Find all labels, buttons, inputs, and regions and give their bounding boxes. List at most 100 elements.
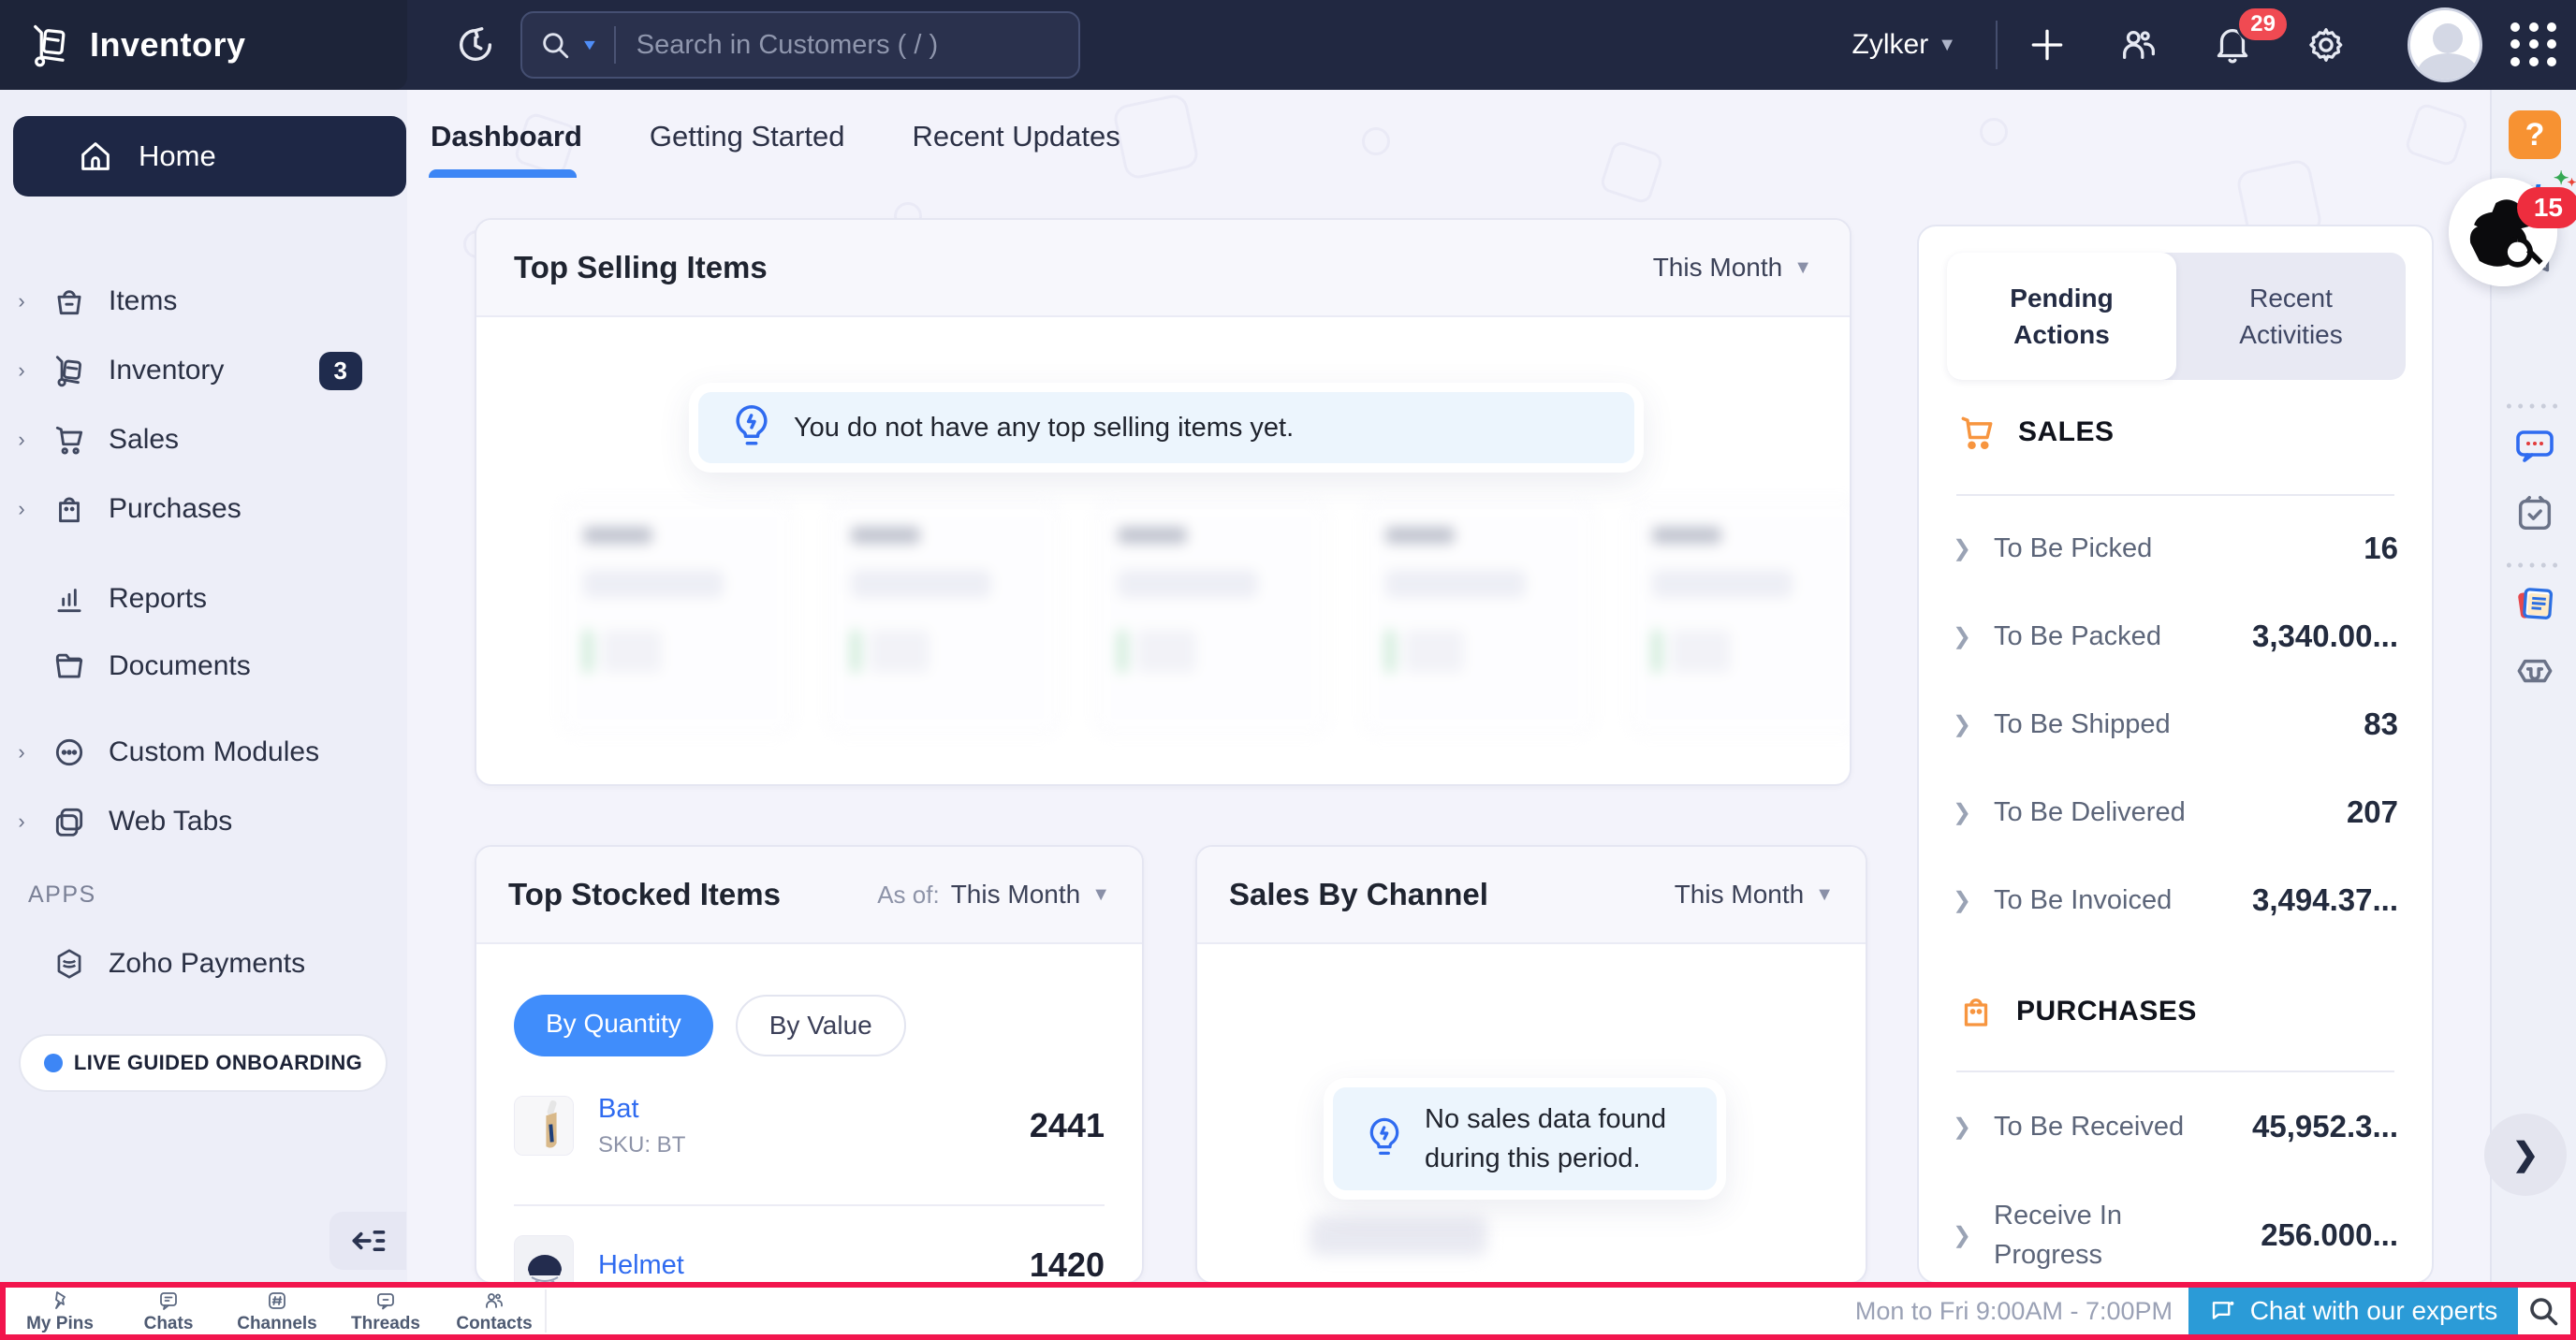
dock-item-channels[interactable]: Channels [223,1288,331,1334]
dock-item-contacts[interactable]: Contacts [440,1288,549,1334]
sidebar-item-label: Home [139,139,216,173]
row-chevron-icon: ❯ [1953,799,1994,826]
top-selling-items-header: Top Selling Items This Month ▼ [476,220,1850,317]
expand-chevron-icon[interactable]: › [0,428,43,452]
dock-item-chats[interactable]: Chats [114,1288,223,1334]
section-divider [1956,494,2394,496]
org-chevron-icon: ▼ [1938,35,1956,56]
apps-grid-icon[interactable] [2510,22,2559,67]
sidebar-item-items[interactable]: › Items [0,268,407,335]
users-icon[interactable] [2106,0,2172,90]
sidebar-item-home[interactable]: Home [13,116,406,197]
sidebar-collapse-button[interactable] [329,1212,406,1270]
section-title: PURCHASES [2016,996,2197,1027]
item-quantity: 2441 [1030,1106,1105,1145]
toolbar-divider-dots: ••••• [2492,397,2576,416]
tab-getting-started[interactable]: Getting Started [650,120,845,178]
expand-chevron-icon[interactable]: › [0,289,43,313]
pending-row-receive-in-progress[interactable]: ❯ Receive In Progress 256.000... [1953,1190,2398,1280]
expand-chevron-icon[interactable]: › [0,497,43,521]
period-value: This Month [1675,880,1805,910]
search-input[interactable]: Search in Customers ( / ) [637,30,938,61]
dock-item-threads[interactable]: Threads [331,1288,440,1334]
quick-create-button[interactable] [2014,0,2080,90]
tasks-calendar-button[interactable] [2492,492,2576,535]
sidebar-item-reports[interactable]: Reports [0,565,407,633]
period-value: This Month [951,880,1081,910]
tab-pending-actions[interactable]: Pending Actions [1947,253,2176,380]
item-name-link[interactable]: Helmet [598,1250,684,1281]
org-name: Zylker [1852,29,1929,61]
expand-chevron-icon[interactable]: › [0,358,43,383]
sidebar-item-custom-modules[interactable]: › Custom Modules [0,719,407,786]
tab-recent-updates[interactable]: Recent Updates [912,120,1120,178]
row-value: 3,340.00... [2252,619,2398,654]
pending-row-to-be-shipped[interactable]: ❯ To Be Shipped 83 [1953,694,2398,754]
skeleton-blob [1310,1216,1487,1256]
settings-gear-icon[interactable] [2293,0,2359,90]
sidebar-item-zoho-payments[interactable]: Zoho Payments [0,930,407,998]
sidebar-item-label: Purchases [109,493,242,525]
pending-row-to-be-received[interactable]: ❯ To Be Received 45,952.3... [1953,1097,2398,1157]
card-title: Top Selling Items [514,250,768,285]
tab-dashboard[interactable]: Dashboard [431,120,582,178]
sales-cart-icon [43,422,95,458]
row-value: 83 [2364,706,2398,742]
documents-resources-button[interactable] [2492,580,2576,627]
period-dropdown[interactable]: As of: This Month ▼ [877,880,1110,910]
live-dot-icon [44,1054,63,1072]
org-switcher[interactable]: Zylker ▼ [1852,0,1956,90]
dock-label: My Pins [26,1314,94,1334]
integrations-button[interactable] [2492,648,2576,694]
sidebar-item-inventory[interactable]: › Inventory 3 [0,337,407,404]
item-name-link[interactable]: Bat [598,1094,685,1125]
dock-search-icon[interactable] [2522,1289,2565,1333]
expand-chevron-icon[interactable]: › [0,809,43,834]
chat-with-experts-button[interactable]: Chat with our experts [2188,1288,2518,1334]
tab-recent-activities[interactable]: Recent Activities [2176,253,2406,380]
home-icon [67,138,124,175]
reports-chart-icon [43,581,95,617]
documents-folder-icon [43,648,95,684]
chevron-down-icon: ▼ [1793,257,1812,279]
row-label: To Be Received [1994,1107,2184,1146]
pending-row-to-be-picked[interactable]: ❯ To Be Picked 16 [1953,518,2398,578]
global-search[interactable]: ▼ Search in Customers ( / ) [520,11,1080,79]
user-avatar[interactable] [2408,7,2482,82]
period-dropdown[interactable]: This Month ▼ [1675,880,1834,910]
toggle-by-value[interactable]: By Value [736,995,906,1056]
recent-history-icon[interactable] [451,21,500,69]
skeleton-items [561,501,1852,753]
panel-expand-chevron-button[interactable]: ❯ [2484,1114,2567,1196]
search-scope-chevron-icon[interactable]: ▼ [580,36,599,53]
row-label: To Be Packed [1994,617,2161,656]
section-divider [1956,1071,2394,1072]
cliq-dock: My Pins Chats Channels Threads Contacts [6,1288,549,1334]
pending-row-to-be-invoiced[interactable]: ❯ To Be Invoiced 3,494.37... [1953,870,2398,930]
app-logo[interactable]: Inventory [0,0,407,90]
live-guided-onboarding-button[interactable]: LIVE GUIDED ONBOARDING [19,1034,388,1092]
toggle-by-quantity[interactable]: By Quantity [514,995,713,1056]
dock-label: Chats [144,1314,194,1334]
sidebar-item-web-tabs[interactable]: › Web Tabs [0,788,407,855]
help-button[interactable]: ? [2492,110,2576,159]
stocked-toggle-group: By Quantity By Value [514,995,906,1056]
pending-row-to-be-packed[interactable]: ❯ To Be Packed 3,340.00... [1953,606,2398,666]
period-dropdown[interactable]: This Month ▼ [1653,253,1812,283]
pending-row-to-be-delivered[interactable]: ❯ To Be Delivered 207 [1953,782,2398,842]
dock-item-my-pins[interactable]: My Pins [6,1288,114,1334]
sidebar-item-sales[interactable]: › Sales [0,406,407,473]
row-chevron-icon: ❯ [1953,623,1994,650]
sidebar-item-label: Items [109,285,177,317]
sidebar-item-documents[interactable]: Documents [0,633,407,700]
row-value: 256.000... [2261,1217,2398,1253]
expand-chevron-icon[interactable]: › [0,740,43,765]
support-hours-text: Mon to Fri 9:00AM - 7:00PM [1855,1288,2173,1334]
comments-button[interactable] [2492,423,2576,468]
sidebar-item-label: Documents [109,650,251,682]
as-of-label: As of: [877,881,939,910]
sidebar-item-purchases[interactable]: › Purchases [0,475,407,543]
onboarding-label: LIVE GUIDED ONBOARDING [74,1051,362,1075]
notification-badge-15: 15 [2517,187,2576,228]
row-chevron-icon: ❯ [1953,1222,1994,1249]
